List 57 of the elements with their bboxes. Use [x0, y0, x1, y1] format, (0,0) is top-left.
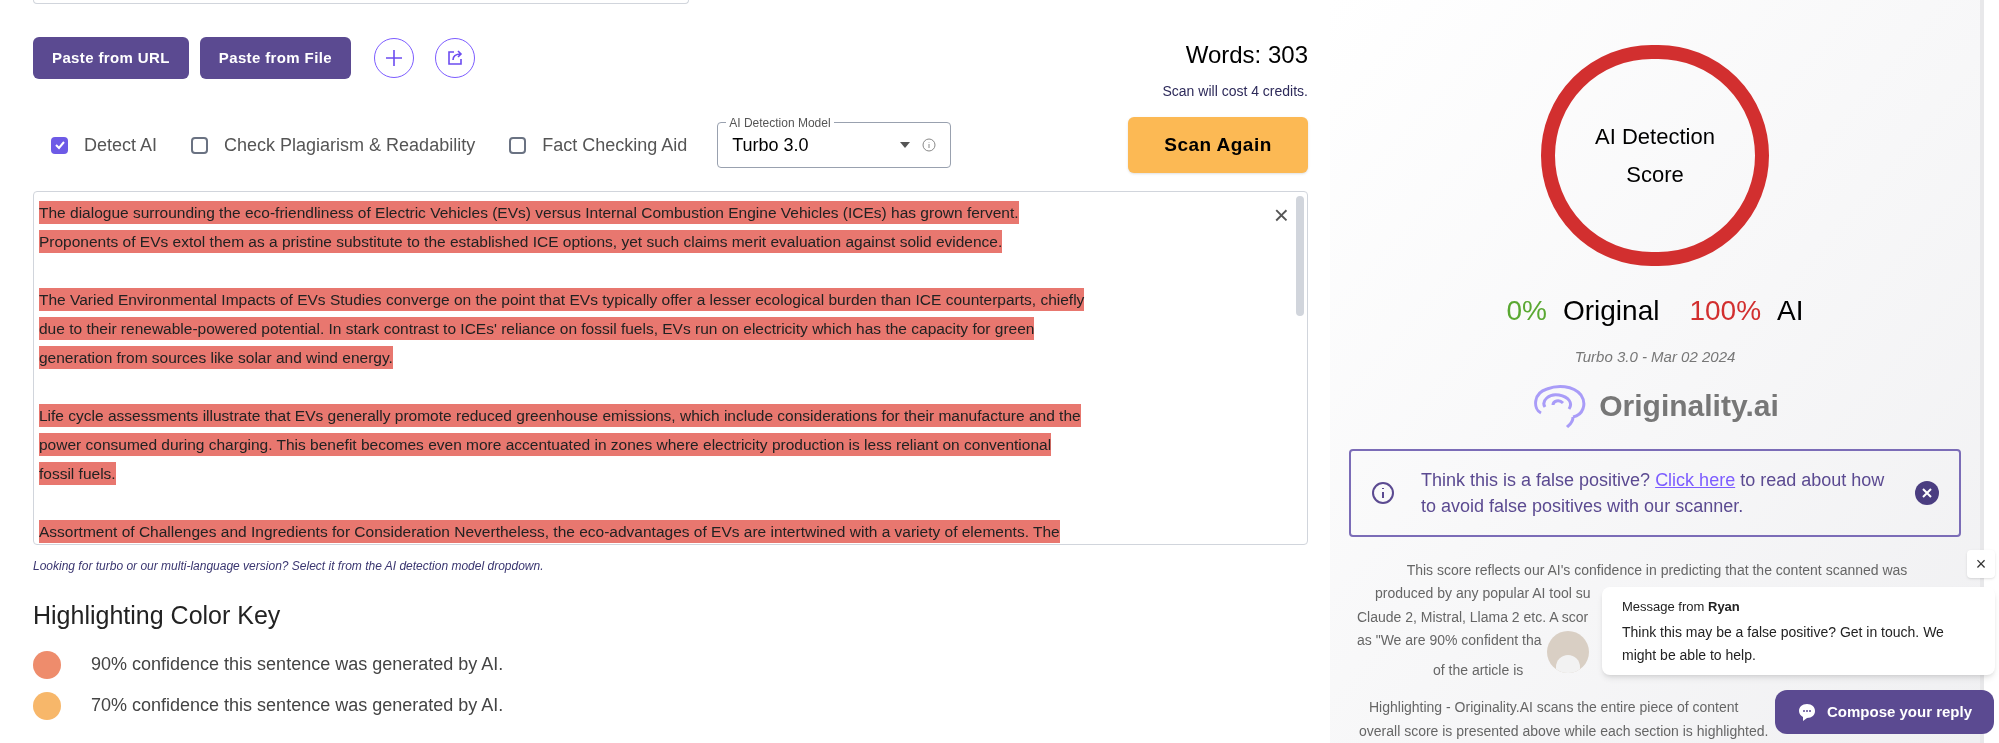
- highlighting-text: overall score is presented above while each section is highlighted.: [1359, 721, 1769, 741]
- dropdown-value: Turbo 3.0: [732, 133, 810, 157]
- info-icon: [922, 138, 937, 152]
- highlighted-text: due to their renewable-powered potential. In stark contrast to ICEs' reliance on fossil fuels, EVs run on electricity which has the capacity for green: [39, 317, 1035, 340]
- chat-message: Think this may be a false positive? Get in touch. We might be able to help.: [1622, 622, 1945, 665]
- hint-text: Looking for turbo or our multi-language version? Select it from the AI detection model dropdown.: [33, 558, 545, 575]
- key-label: 70% confidence this sentence was generated by AI.: [91, 694, 504, 717]
- checkbox[interactable]: [191, 136, 209, 154]
- text-editor[interactable]: [33, 191, 1308, 545]
- checkbox[interactable]: [51, 136, 68, 154]
- score-title: Score: [1626, 160, 1684, 189]
- original-label: Original: [1562, 294, 1660, 328]
- explanation-text: This score reflects our AI's confidence in predicting that the content scanned was: [1406, 560, 1908, 580]
- chat-bubble-icon: [1796, 702, 1817, 722]
- paste-button[interactable]: Paste from File: [199, 37, 351, 79]
- ai-label: AI: [1777, 294, 1804, 328]
- scrollbar[interactable]: [1296, 196, 1304, 316]
- explanation-text: Claude 2, Mistral, Llama 2 etc. A scor: [1357, 607, 1589, 627]
- checkbox[interactable]: [509, 136, 527, 154]
- explanation-text: as "We are 90% confident tha: [1357, 631, 1542, 650]
- brand-name: Originality.ai: [1599, 388, 1779, 424]
- close-button[interactable]: ×: [1273, 202, 1289, 228]
- notice-text: Think this is a false positive? Click here to read about how to avoid false positives with our scanner.: [1421, 468, 1886, 518]
- highlighted-text: generation from sources like solar and wind energy.: [39, 346, 393, 369]
- highlighted-text: fossil fuels.: [39, 462, 116, 485]
- highlighted-text: power consumed during charging. This benefit becomes even more accentuated in zones where electricity production is less reliant on conventional: [39, 433, 1052, 456]
- option-label: Check Plagiarism & Readability: [224, 133, 476, 157]
- option-label: Fact Checking Aid: [542, 133, 688, 157]
- chat-sender: Message from Ryan: [1622, 598, 1741, 616]
- highlighted-text: The Varied Environmental Impacts of EVs Studies converge on the point that EVs typically offer a lesser ecological burden than ICE counterparts, chiefly: [39, 288, 1085, 311]
- original-percent: 0%: [1506, 294, 1547, 328]
- highlighted-text: Assortment of Challenges and Ingredients for Consideration Nevertheless, the eco-advantages of EVs are intertwined with a variety of elements. The: [39, 520, 1060, 543]
- explanation-text: of the article is: [1433, 660, 1524, 680]
- caret-icon: [900, 142, 911, 148]
- chat-close-button[interactable]: ×: [1967, 550, 1995, 578]
- key-label: 90% confidence this sentence was generated by AI.: [91, 653, 504, 676]
- click-here-link[interactable]: Click here: [1655, 469, 1736, 490]
- word-count: Words: 303: [1185, 40, 1308, 70]
- paste-button[interactable]: Paste from URL: [33, 37, 189, 79]
- score-title: AI Detection: [1595, 122, 1715, 151]
- highlighted-text: Life cycle assessments illustrate that EVs generally promote reduced greenhouse emissions, which include considerations for their manufacture and the: [39, 404, 1081, 427]
- highlighted-text: The dialogue surrounding the eco-friendliness of Electric Vehicles (EVs) versus Internal Combustion Engine Vehicles (ICEs) has grown fervent.: [39, 201, 1019, 224]
- brain-logo-icon: [1531, 382, 1588, 429]
- plus-icon: [383, 48, 404, 68]
- scan-cost: Scan will cost 4 credits.: [1162, 82, 1308, 101]
- check-icon: [53, 139, 66, 151]
- explanation-text: produced by any popular AI tool su: [1375, 584, 1591, 603]
- option-label: Detect AI: [84, 133, 158, 157]
- highlighting-text: Highlighting - Originality.AI scans the entire piece of content: [1369, 698, 1739, 717]
- scan-again-button[interactable]: Scan Again: [1128, 117, 1308, 173]
- color-key-title: Highlighting Color Key: [33, 600, 282, 631]
- model-date: Turbo 3.0 - Mar 02 2024: [1574, 347, 1736, 367]
- highlighted-text: Proponents of EVs extol them as a pristine substitute to the established ICE options, yet such claims merit evaluation against solid evidence.: [39, 230, 1003, 253]
- close-icon: [1915, 480, 1939, 505]
- info-icon: [1371, 480, 1395, 505]
- ai-percent: 100%: [1689, 294, 1762, 328]
- compose-reply-button[interactable]: Compose your reply: [1775, 690, 1994, 734]
